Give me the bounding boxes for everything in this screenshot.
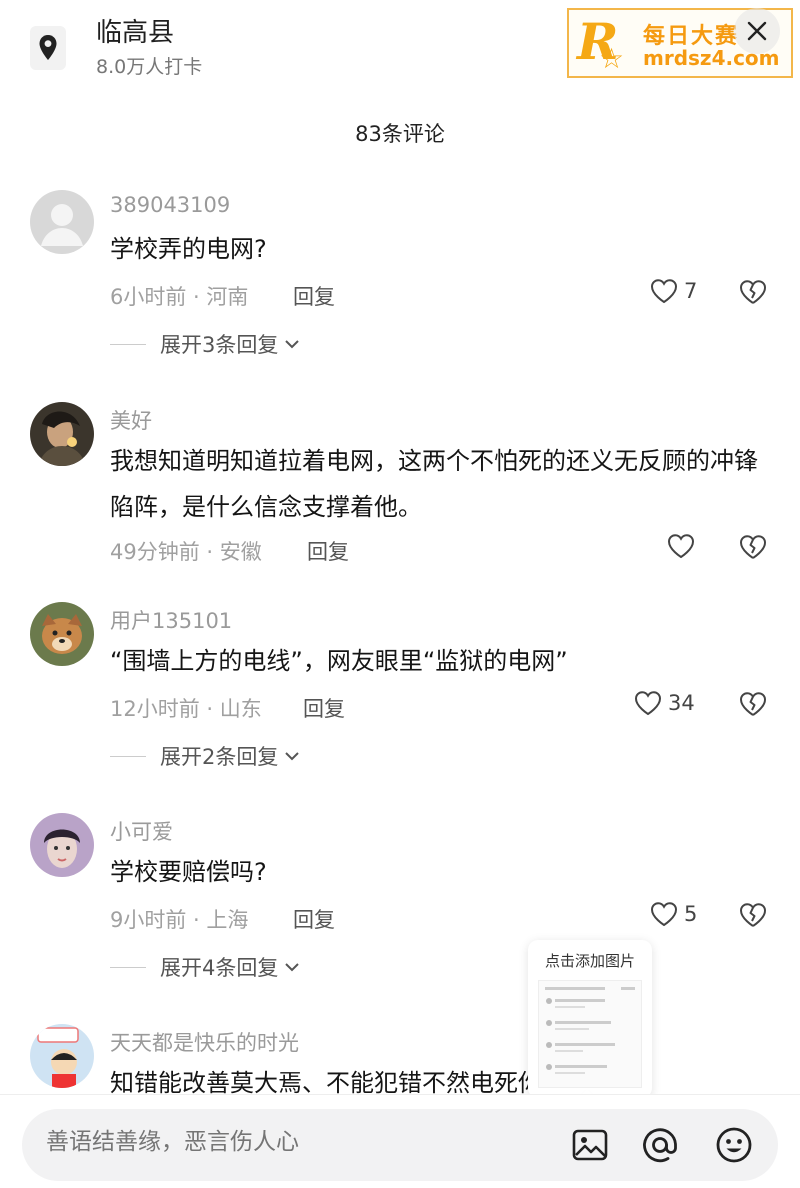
location-header[interactable]: 临高县 8.0万人打卡 bbox=[30, 10, 550, 80]
expand-replies-button[interactable]: 展开3条回复 bbox=[110, 329, 300, 359]
reply-button[interactable]: 回复 bbox=[303, 693, 345, 723]
comment-text: “围墙上方的电线”，网友眼里“监狱的电网” bbox=[110, 647, 568, 675]
comment-time-location: 6小时前 · 河南 bbox=[110, 285, 249, 309]
emoji-icon bbox=[716, 1127, 752, 1163]
comment-time-location: 9小时前 · 上海 bbox=[110, 908, 249, 932]
expand-replies-button[interactable]: 展开2条回复 bbox=[110, 741, 300, 771]
star-icon: ☆ bbox=[599, 42, 625, 75]
heart-icon bbox=[634, 691, 662, 716]
dislike-button[interactable] bbox=[738, 278, 768, 310]
divider-line bbox=[110, 755, 146, 757]
comment-time-location: 12小时前 · 山东 bbox=[110, 697, 262, 721]
divider-line bbox=[110, 966, 146, 968]
dislike-button[interactable] bbox=[738, 690, 768, 722]
heart-icon bbox=[667, 534, 695, 559]
comment-username[interactable]: 美好 bbox=[110, 405, 152, 435]
expand-replies-label: 展开4条回复 bbox=[160, 956, 279, 980]
heart-icon bbox=[650, 279, 678, 304]
mention-button[interactable] bbox=[638, 1123, 682, 1167]
reply-button[interactable]: 回复 bbox=[293, 904, 335, 934]
dislike-button[interactable] bbox=[738, 533, 768, 565]
location-name: 临高县 bbox=[96, 18, 175, 48]
comment-input[interactable] bbox=[46, 1129, 506, 1155]
avatar[interactable] bbox=[30, 190, 94, 254]
broken-heart-icon bbox=[740, 280, 766, 304]
expand-replies-label: 展开3条回复 bbox=[160, 333, 279, 357]
comment-username[interactable]: 389043109 bbox=[110, 193, 230, 217]
like-button[interactable]: 34 bbox=[634, 690, 695, 716]
like-button[interactable]: 7 bbox=[650, 278, 697, 304]
at-icon bbox=[643, 1128, 677, 1163]
location-pin-icon bbox=[30, 26, 66, 70]
image-icon bbox=[572, 1129, 608, 1161]
like-count: 5 bbox=[684, 902, 698, 926]
like-button[interactable]: 5 bbox=[650, 901, 697, 927]
screenshot-thumbnail[interactable] bbox=[538, 980, 642, 1088]
chevron-down-icon bbox=[285, 340, 300, 349]
broken-heart-icon bbox=[740, 903, 766, 927]
add-image-popup[interactable]: 点击添加图片 bbox=[528, 940, 652, 1109]
like-count: 34 bbox=[668, 691, 695, 715]
chevron-down-icon bbox=[285, 963, 300, 972]
divider-line bbox=[110, 343, 146, 345]
broken-heart-icon bbox=[740, 535, 766, 559]
avatar[interactable] bbox=[30, 1024, 94, 1088]
close-icon bbox=[747, 21, 767, 41]
like-count: 7 bbox=[684, 279, 698, 303]
dislike-button[interactable] bbox=[738, 901, 768, 933]
comment-input-box[interactable] bbox=[22, 1109, 778, 1181]
reply-button[interactable]: 回复 bbox=[293, 281, 335, 311]
comment-count-title: 83条评论 bbox=[355, 122, 445, 146]
comment-input-bar bbox=[0, 1094, 800, 1188]
expand-replies-button[interactable]: 展开4条回复 bbox=[110, 952, 300, 982]
comment-username[interactable]: 用户135101 bbox=[110, 605, 232, 635]
emoji-button[interactable] bbox=[712, 1123, 756, 1167]
comment-text: 我想知道明知道拉着电网，这两个不怕死的还义无反顾的冲锋陷阵，是什么信念支撑着他。 bbox=[110, 447, 758, 521]
location-checkins: 8.0万人打卡 bbox=[96, 56, 203, 78]
like-button[interactable] bbox=[667, 533, 695, 559]
broken-heart-icon bbox=[740, 692, 766, 716]
comment-text: 学校要赔偿吗? bbox=[110, 858, 267, 886]
comment-username[interactable]: 天天都是快乐的时光 bbox=[110, 1027, 299, 1057]
comment-username[interactable]: 小可爱 bbox=[110, 816, 173, 846]
avatar[interactable] bbox=[30, 602, 94, 666]
avatar[interactable] bbox=[30, 813, 94, 877]
image-picker-button[interactable] bbox=[568, 1123, 612, 1167]
heart-icon bbox=[650, 902, 678, 927]
reply-button[interactable]: 回复 bbox=[307, 536, 349, 566]
add-image-label: 点击添加图片 bbox=[544, 952, 635, 970]
chevron-down-icon bbox=[285, 752, 300, 761]
expand-replies-label: 展开2条回复 bbox=[160, 745, 279, 769]
comment-time-location: 49分钟前 · 安徽 bbox=[110, 540, 262, 564]
comment-text: 学校弄的电网? bbox=[110, 235, 267, 263]
close-button[interactable] bbox=[734, 8, 780, 54]
avatar[interactable] bbox=[30, 402, 94, 466]
